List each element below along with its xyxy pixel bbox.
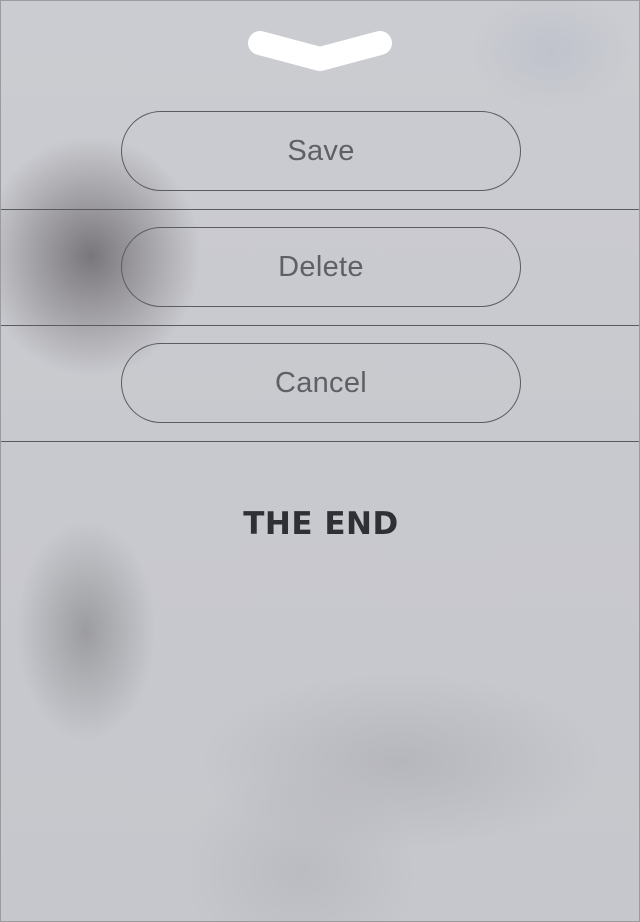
delete-button[interactable]: Delete: [121, 227, 521, 307]
screen: Save Delete Cancel THE END: [0, 0, 640, 922]
page-title: THE END: [243, 506, 399, 542]
divider: [1, 325, 639, 326]
divider: [1, 441, 639, 442]
cancel-button[interactable]: Cancel: [121, 343, 521, 423]
save-button[interactable]: Save: [121, 111, 521, 191]
divider: [1, 209, 639, 210]
dismiss-chevron-button[interactable]: [246, 27, 394, 73]
chevron-down-icon: [248, 31, 392, 71]
